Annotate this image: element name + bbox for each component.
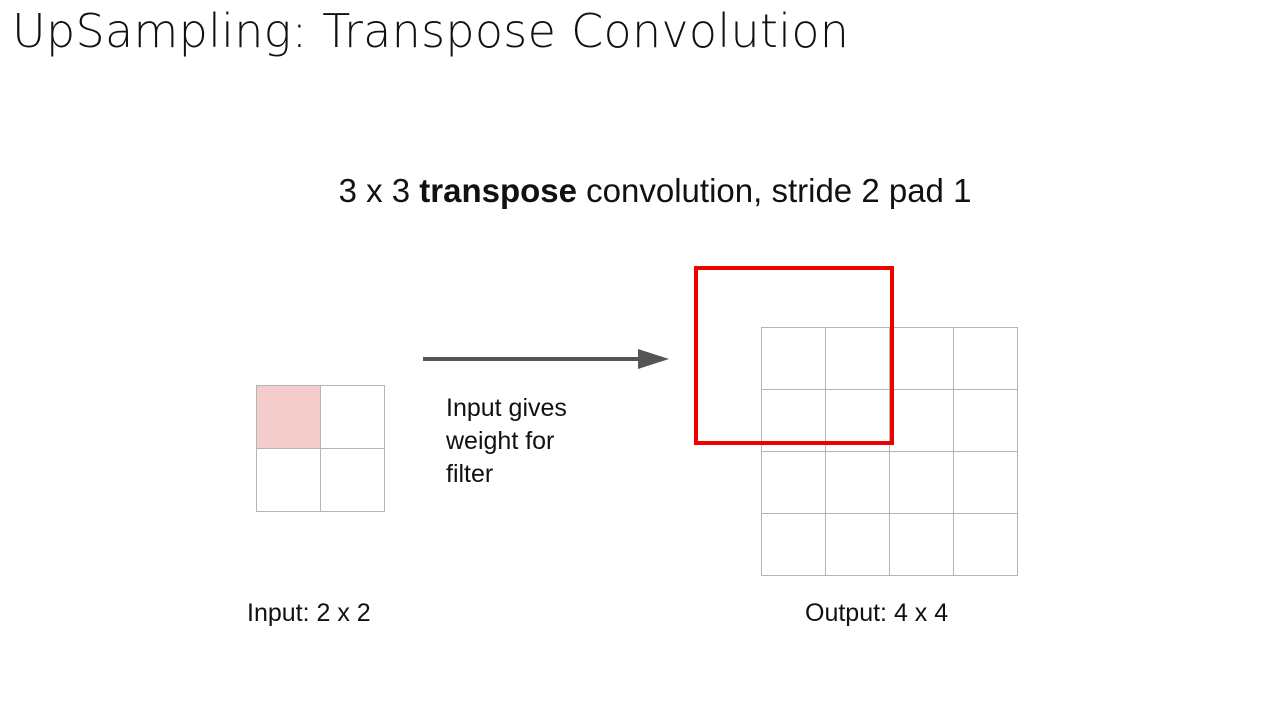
arrow-caption-line: Input gives: [446, 394, 567, 422]
slide-title: UpSampling: Transpose Convolution: [12, 4, 850, 58]
input-cell: [321, 386, 385, 449]
subtitle-bold: transpose: [419, 172, 577, 209]
output-cell: [954, 328, 1018, 390]
output-cell: [954, 514, 1018, 576]
output-cell: [890, 390, 954, 452]
arrow-head: [638, 349, 669, 369]
arrow-caption-line: filter: [446, 460, 494, 488]
arrow-caption-line: weight for: [446, 427, 555, 455]
subtitle-prefix: 3 x 3: [338, 172, 420, 209]
filter-window: [694, 266, 894, 445]
input-grid: [256, 385, 385, 512]
arrow-caption: Input gives weight for filter: [446, 392, 626, 491]
output-cell: [954, 390, 1018, 452]
output-cell: [762, 452, 826, 514]
output-cell: [890, 514, 954, 576]
subtitle-suffix: convolution, stride 2 pad 1: [577, 172, 972, 209]
output-label: Output: 4 x 4: [805, 599, 949, 627]
right-arrow-icon: [423, 349, 669, 369]
input-cell: [321, 449, 385, 512]
output-cell: [890, 452, 954, 514]
diagram-subtitle: 3 x 3 transpose convolution, stride 2 pa…: [0, 172, 1280, 210]
output-cell: [826, 514, 890, 576]
input-cell: [257, 449, 321, 512]
output-cell: [826, 452, 890, 514]
output-cell: [890, 328, 954, 390]
input-label: Input: 2 x 2: [247, 599, 371, 627]
output-cell: [762, 514, 826, 576]
output-cell: [954, 452, 1018, 514]
input-cell-highlighted: [257, 386, 321, 449]
